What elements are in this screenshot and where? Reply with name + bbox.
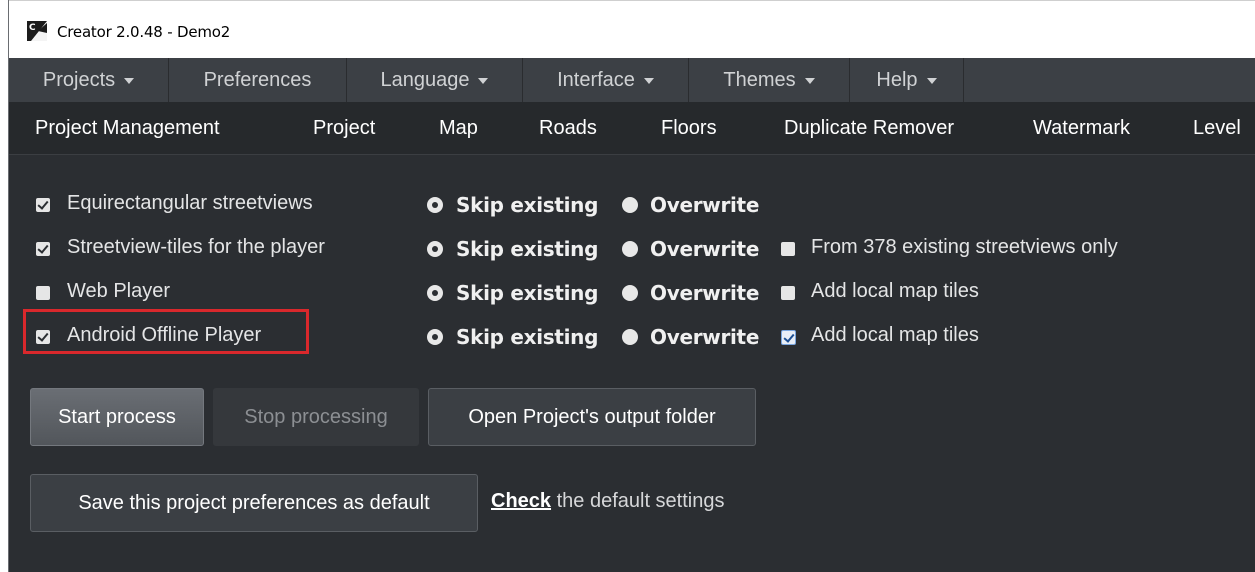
menu-interface[interactable]: Interface [523,58,689,102]
option-row-streetview-tiles: Streetview-tiles for the player Skip exi… [9,232,1255,266]
app-logo-icon: C [27,21,47,41]
radio-label: Overwrite [650,325,760,349]
stop-processing-button[interactable]: Stop processing [213,388,419,446]
menu-label: Language [380,68,470,91]
start-process-button[interactable]: Start process [30,388,204,446]
check-defaults-text: Check the default settings [491,490,724,513]
tab-project-management[interactable]: Project Management [35,102,220,154]
radio-label: Overwrite [650,237,760,261]
streetview-tiles-checkbox[interactable] [36,242,50,256]
overwrite-radio[interactable] [622,197,638,213]
chevron-down-icon [124,78,135,84]
radio-label: Skip existing [456,325,599,349]
menu-label: Help [876,68,918,91]
chevron-down-icon [926,78,937,84]
extra-option-label: From 378 existing streetviews only [811,236,1118,258]
radio-label: Overwrite [650,193,760,217]
extra-option-label: Add local map tiles [811,324,979,346]
option-row-web-player: Web Player Skip existing Overwrite Add l… [9,276,1255,310]
chevron-down-icon [478,78,489,84]
save-default-preferences-button[interactable]: Save this project preferences as default [30,474,478,532]
tab-watermark[interactable]: Watermark [1033,102,1130,154]
app-window: C Creator 2.0.48 - Demo2 Projects Prefer… [8,0,1255,572]
tab-duplicate-remover[interactable]: Duplicate Remover [784,102,954,154]
option-row-equirectangular: Equirectangular streetviews Skip existin… [9,188,1255,222]
option-label: Equirectangular streetviews [67,192,313,214]
overwrite-radio[interactable] [622,329,638,345]
radio-label: Overwrite [650,281,760,305]
skip-existing-radio[interactable] [427,241,443,257]
open-output-folder-button[interactable]: Open Project's output folder [428,388,756,446]
radio-label: Skip existing [456,281,599,305]
tab-map[interactable]: Map [439,102,478,154]
menu-language[interactable]: Language [347,58,523,102]
tab-floors[interactable]: Floors [661,102,717,154]
menu-label: Preferences [203,68,312,91]
equirectangular-checkbox[interactable] [36,198,50,212]
menu-projects[interactable]: Projects [9,58,169,102]
overwrite-radio[interactable] [622,285,638,301]
menu-label: Projects [42,68,116,91]
tab-roads[interactable]: Roads [539,102,597,154]
radio-label: Skip existing [456,193,599,217]
add-local-map-tiles-checkbox[interactable] [781,286,795,300]
existing-streetviews-only-checkbox[interactable] [781,242,795,256]
skip-existing-radio[interactable] [427,197,443,213]
skip-existing-radio[interactable] [427,329,443,345]
menu-preferences[interactable]: Preferences [169,58,347,102]
radio-label: Skip existing [456,237,599,261]
option-label: Streetview-tiles for the player [67,236,325,258]
chevron-down-icon [804,78,815,84]
menu-label: Interface [557,68,635,91]
menu-help[interactable]: Help [850,58,964,102]
tab-level[interactable]: Level [1193,102,1241,154]
title-bar: C Creator 2.0.48 - Demo2 [9,0,1255,59]
highlight-frame [23,309,309,354]
menu-label: Themes [723,68,796,91]
check-defaults-link[interactable]: Check [491,490,551,512]
skip-existing-radio[interactable] [427,285,443,301]
chevron-down-icon [643,78,654,84]
web-player-checkbox[interactable] [36,286,50,300]
add-local-map-tiles-checkbox[interactable] [781,330,796,345]
svg-text:C: C [29,23,36,33]
check-defaults-rest: the default settings [551,490,725,512]
window-title: Creator 2.0.48 - Demo2 [57,23,231,41]
tab-project[interactable]: Project [313,102,375,154]
overwrite-radio[interactable] [622,241,638,257]
main-menu: Projects Preferences Language Interface … [9,58,1255,102]
menu-themes[interactable]: Themes [689,58,850,102]
extra-option-label: Add local map tiles [811,280,979,302]
option-label: Web Player [67,280,171,302]
tab-bar: Project Management Project Map Roads Flo… [9,102,1255,155]
